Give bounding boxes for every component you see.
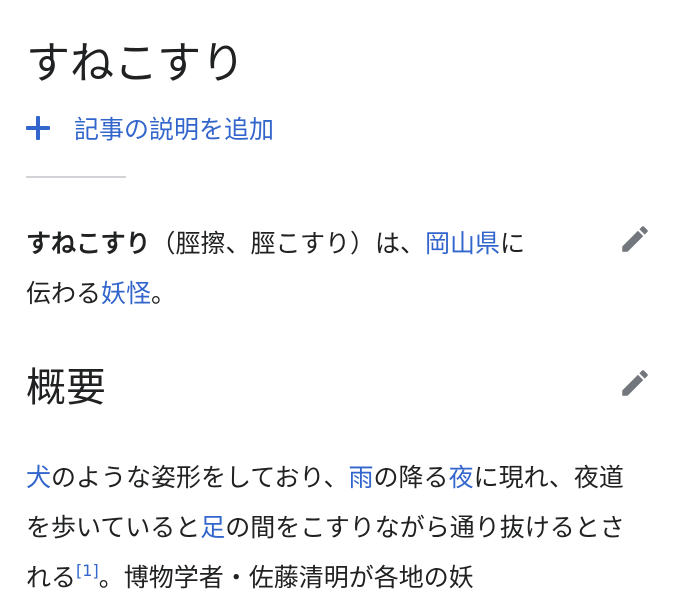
pencil-icon[interactable] bbox=[618, 222, 652, 256]
link-rain[interactable]: 雨 bbox=[349, 463, 374, 492]
overview-paragraph: 犬のような姿形をしており、雨の降る夜に現れ、夜道を歩いていると足の間をこすりなが… bbox=[26, 453, 646, 603]
link-leg[interactable]: 足 bbox=[200, 513, 225, 542]
reference-link[interactable]: [1] bbox=[76, 561, 99, 580]
lead-text: 。 bbox=[151, 279, 177, 308]
link-yokai[interactable]: 妖怪 bbox=[101, 279, 151, 308]
title-divider bbox=[26, 176, 126, 178]
section-heading-overview: 概要 bbox=[26, 365, 106, 411]
link-dog[interactable]: 犬 bbox=[26, 463, 51, 492]
add-description-link[interactable]: 記事の説明を追加 bbox=[26, 108, 274, 148]
page-title: すねこすり bbox=[26, 38, 246, 89]
body-text: 。博物学者・佐藤清明が各地の妖 bbox=[98, 563, 474, 592]
link-okayama-prefecture[interactable]: 岡山県 bbox=[425, 229, 500, 258]
link-night[interactable]: 夜 bbox=[449, 463, 474, 492]
plus-icon bbox=[26, 116, 50, 140]
lead-bold-term: すねこすり bbox=[26, 229, 151, 258]
lead-text: （脛擦、脛こすり）は、 bbox=[150, 229, 426, 258]
body-text: の降る bbox=[373, 463, 449, 492]
body-text: のような姿形をしており、 bbox=[51, 463, 349, 492]
add-description-label: 記事の説明を追加 bbox=[74, 115, 275, 144]
pencil-icon[interactable] bbox=[618, 366, 652, 400]
lead-paragraph: すねこすり（脛擦、脛こすり）は、岡山県に伝わる妖怪。 bbox=[26, 219, 546, 319]
